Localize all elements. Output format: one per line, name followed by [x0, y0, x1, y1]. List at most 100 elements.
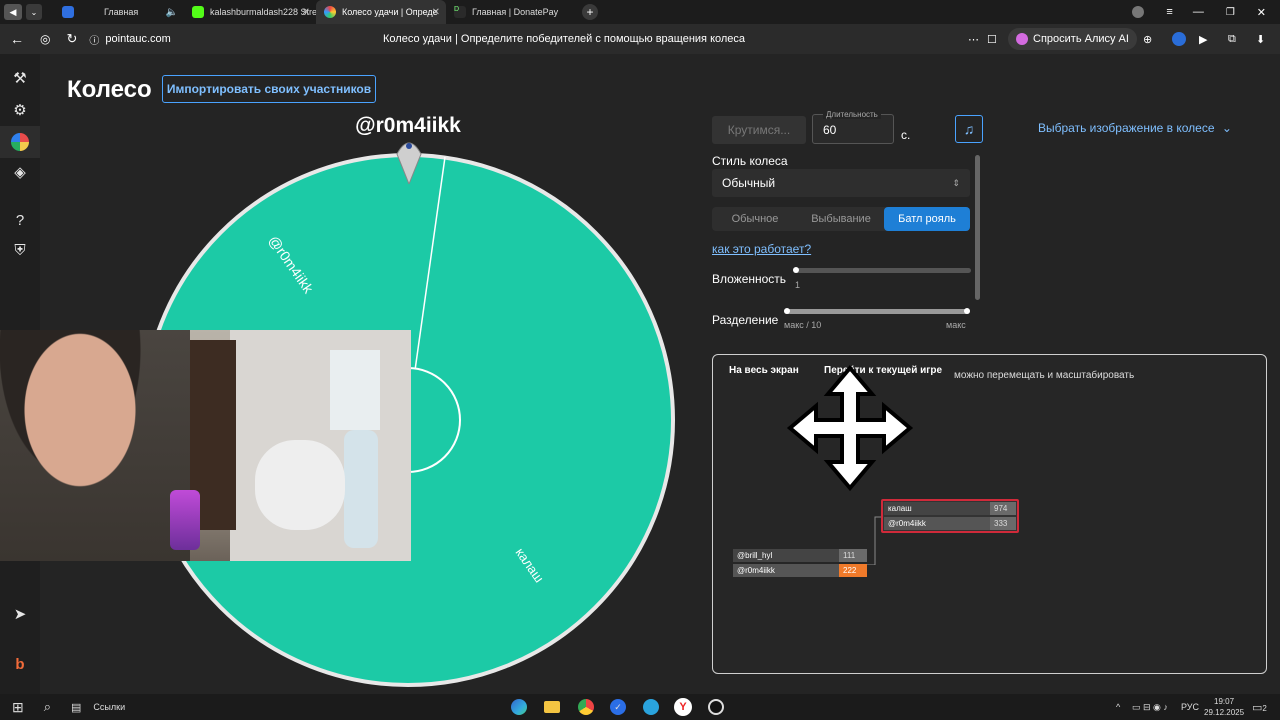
- site-info-icon[interactable]: ⓘ: [89, 32, 99, 47]
- profile-icon[interactable]: ◀: [4, 4, 22, 20]
- tab-home[interactable]: Главная 🔈: [54, 0, 184, 24]
- shield-check-icon[interactable]: ⛨: [10, 240, 30, 260]
- duration-field[interactable]: Длительность 60: [812, 110, 894, 144]
- webcam-person: [0, 330, 190, 561]
- tab-donatepay[interactable]: D Главная | DonatePay: [446, 0, 578, 24]
- spin-button[interactable]: Крутимся...: [712, 116, 806, 144]
- tab-kick[interactable]: kalashburmaldash228 Stre ✕: [184, 0, 316, 24]
- nesting-slider-thumb[interactable]: [793, 267, 799, 273]
- nesting-slider[interactable]: [793, 267, 971, 273]
- globe-icon[interactable]: ⊕: [1143, 33, 1152, 46]
- shield-icon[interactable]: ◎: [40, 32, 50, 46]
- split-thumb-max[interactable]: [964, 308, 970, 314]
- minimize-icon[interactable]: —: [1193, 6, 1204, 18]
- task-view-icon[interactable]: ▤: [71, 701, 81, 714]
- tab-label: Главная: [104, 7, 139, 17]
- notification-count: 2: [1262, 703, 1267, 713]
- yandex-browser-icon[interactable]: Y: [674, 698, 692, 716]
- match1-player2: @r0m4iikk 222: [733, 564, 867, 577]
- gavel-icon[interactable]: ⚒: [10, 68, 30, 88]
- telegram-app-icon[interactable]: [643, 699, 659, 715]
- windows-start-icon[interactable]: ⊞: [12, 699, 24, 716]
- folder-icon[interactable]: [544, 701, 560, 713]
- tray-up-icon[interactable]: ^: [1116, 702, 1120, 712]
- check-app-icon[interactable]: ✓: [610, 699, 626, 715]
- split-max-label: макс: [946, 320, 966, 330]
- how-it-works-link[interactable]: как это работает?: [712, 242, 811, 256]
- chrome-icon[interactable]: [578, 699, 594, 715]
- search-icon[interactable]: ⌕: [44, 699, 51, 715]
- player-score: 111: [839, 549, 867, 562]
- duration-unit: с.: [901, 128, 911, 142]
- new-tab-icon[interactable]: +: [582, 4, 598, 20]
- split-thumb-min[interactable]: [784, 308, 790, 314]
- duration-label: Длительность: [823, 110, 881, 119]
- downloads-icon[interactable]: ⬇: [1256, 33, 1265, 46]
- mode-elimination[interactable]: Выбывание: [798, 207, 884, 231]
- window-close-icon[interactable]: ✕: [1257, 6, 1266, 19]
- player-name: калаш: [884, 502, 990, 515]
- menu-icon[interactable]: ≡: [1166, 6, 1172, 18]
- alice-button[interactable]: Спросить Алису AI: [1008, 28, 1137, 50]
- match2-player1: калаш 974: [884, 502, 1016, 515]
- clock[interactable]: 19:07 29.12.2025: [1204, 696, 1244, 718]
- obs-icon[interactable]: [708, 699, 724, 715]
- tab-list-chevron-icon[interactable]: ⌄: [26, 4, 42, 20]
- language-indicator[interactable]: РУС: [1181, 702, 1199, 712]
- image-select-label: Выбрать изображение в колесе: [1038, 121, 1215, 135]
- music-button[interactable]: ♫: [955, 115, 983, 143]
- address-bar: ← ◎ ↻ ⓘ pointauc.com Колесо удачи | Опре…: [0, 24, 1280, 54]
- settings-icon[interactable]: ⚙: [10, 100, 30, 120]
- tab-label: Главная | DonatePay: [472, 7, 559, 17]
- help-icon[interactable]: ?: [10, 210, 30, 230]
- play-icon[interactable]: ▶: [1199, 33, 1207, 46]
- notification-icon[interactable]: ▭2: [1252, 701, 1267, 714]
- split-label: Разделение: [712, 313, 779, 327]
- match1-player1: @brill_hyl 111: [733, 549, 867, 562]
- webcam-overlay: [0, 330, 411, 561]
- split-slider[interactable]: [784, 308, 970, 314]
- sidebar-active-item[interactable]: [0, 126, 40, 158]
- links-toolbar[interactable]: Ссылки: [93, 702, 125, 712]
- style-label: Стиль колеса: [712, 154, 788, 168]
- select-arrows-icon: ⇕: [952, 177, 960, 188]
- webcam-window: [330, 350, 380, 430]
- settings-scrollbar[interactable]: [975, 155, 980, 300]
- close-icon[interactable]: ✕: [432, 7, 440, 18]
- wheel-pointer-icon: [396, 142, 422, 184]
- extension-icon[interactable]: [1172, 32, 1186, 46]
- tab-wheel[interactable]: Колесо удачи | Опреде ✕: [316, 0, 446, 24]
- mode-battle-royale[interactable]: Батл рояль: [884, 207, 970, 231]
- tray-icons[interactable]: ▭ ⊟ ◉ ♪: [1132, 702, 1168, 713]
- donatepay-icon: D: [454, 6, 466, 18]
- mode-normal[interactable]: Обычное: [712, 207, 798, 231]
- boosty-icon[interactable]: b: [10, 654, 30, 674]
- page-title: Колесо: [67, 76, 152, 103]
- import-button[interactable]: Импортировать своих участников: [162, 75, 376, 103]
- kick-icon: [192, 6, 204, 18]
- telegram-icon[interactable]: ➤: [10, 604, 30, 624]
- reload-icon[interactable]: ↻: [66, 31, 77, 47]
- close-icon[interactable]: ✕: [302, 7, 310, 18]
- style-select[interactable]: Обычный ⇕: [712, 169, 970, 197]
- alice-icon: [1016, 33, 1028, 45]
- collections-icon[interactable]: ⧉: [1228, 33, 1236, 46]
- bookmark-icon[interactable]: ☐: [987, 33, 997, 46]
- webcam-chair: [255, 440, 345, 530]
- nesting-value: 1: [795, 280, 801, 290]
- match2-player2: @r0m4iikk 333: [884, 517, 1016, 530]
- image-select-link[interactable]: Выбрать изображение в колесе ⌄: [1038, 121, 1232, 135]
- winner-label: @r0m4iikk: [355, 114, 461, 137]
- more-icon[interactable]: ⋯: [968, 33, 979, 46]
- duration-value: 60: [823, 123, 837, 137]
- url-text[interactable]: pointauc.com: [105, 33, 170, 45]
- pie-chart-icon: [11, 133, 29, 151]
- bracket-panel[interactable]: На весь экран Перейти к текущей игре мож…: [712, 354, 1267, 674]
- taskbar: ⊞ ⌕ ▤ Ссылки ✓ Y ^ ▭ ⊟ ◉ ♪ РУС 19:07 29.…: [0, 694, 1280, 720]
- layers-icon[interactable]: ◈: [10, 162, 30, 182]
- back-icon[interactable]: ←: [10, 31, 24, 47]
- account-avatar-icon[interactable]: [1132, 6, 1145, 18]
- edge-icon[interactable]: [511, 699, 527, 715]
- wheel-icon: [324, 6, 336, 18]
- restore-icon[interactable]: ❐: [1226, 7, 1235, 18]
